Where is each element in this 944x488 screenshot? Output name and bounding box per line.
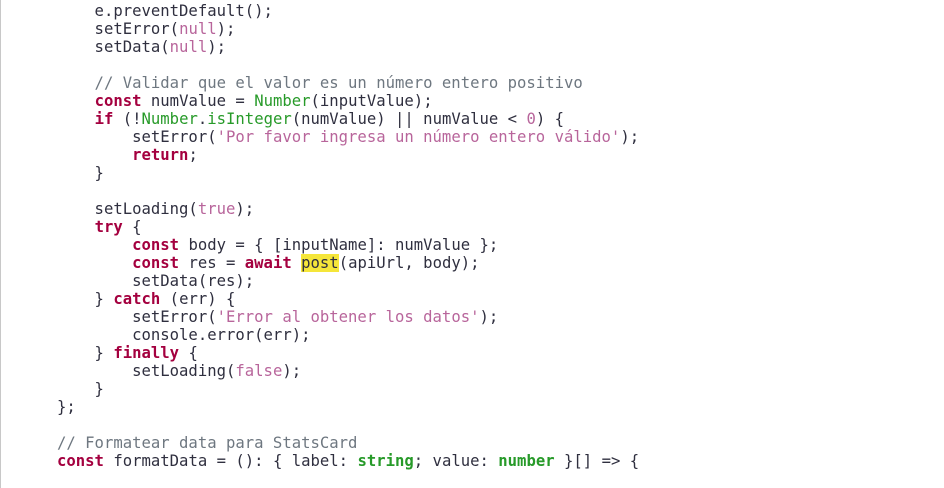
code-token: { xyxy=(122,218,142,236)
code-token: ; xyxy=(188,146,198,164)
code-token: ) { xyxy=(535,110,565,128)
code-token: ); xyxy=(479,308,499,326)
code-token: console.error(err); xyxy=(57,326,311,344)
code-line: return; xyxy=(57,146,639,164)
code-token: body = { [inputName]: numValue }; xyxy=(179,236,499,254)
keyword-token: const xyxy=(57,452,104,470)
code-token: ; value: xyxy=(413,452,499,470)
code-token: }[] => { xyxy=(554,452,640,470)
code-line: setLoading(true); xyxy=(57,200,639,218)
code-line: setError('Por favor ingresa un número en… xyxy=(57,128,639,146)
code-token: (numValue) || numValue < xyxy=(291,110,527,128)
code-token: setData(res); xyxy=(57,272,255,290)
keyword-token: await xyxy=(244,254,292,272)
code-token: setError( xyxy=(57,20,180,38)
keyword-token: catch xyxy=(113,290,161,308)
comment-token: // Validar que el valor es un número ent… xyxy=(57,74,583,92)
code-token: } xyxy=(57,290,114,308)
code-line: } finally { xyxy=(57,344,639,362)
literal-token: null xyxy=(169,38,208,56)
code-token: }; xyxy=(57,398,76,416)
highlighted-match: post xyxy=(301,254,339,272)
code-line: } xyxy=(57,164,639,182)
keyword-token: const xyxy=(94,92,142,110)
code-token: } xyxy=(57,164,104,182)
code-line: setError('Error al obtener los datos'); xyxy=(57,308,639,326)
comment-token: // Formatear data para StatsCard xyxy=(57,434,358,452)
code-token: } xyxy=(57,380,104,398)
keyword-token: try xyxy=(94,218,123,236)
code-token: (! xyxy=(113,110,142,128)
code-token: e.preventDefault(); xyxy=(57,2,273,20)
code-token: setLoading( xyxy=(57,362,236,380)
literal-token: 0 xyxy=(526,110,536,128)
code-token: res = xyxy=(179,254,245,272)
code-token: (err) { xyxy=(160,290,236,308)
literal-token: false xyxy=(235,362,283,380)
code-line: setError(null); xyxy=(57,20,639,38)
code-token: { xyxy=(179,344,198,362)
code-line: // Validar que el valor es un número ent… xyxy=(57,74,639,92)
code-line: const res = await post(apiUrl, body); xyxy=(57,254,639,272)
code-token: (apiUrl, body); xyxy=(338,254,480,272)
code-token: setError( xyxy=(57,128,217,146)
code-line: console.error(err); xyxy=(57,326,639,344)
code-token: setLoading( xyxy=(57,200,198,218)
code-token: setData( xyxy=(57,38,170,56)
code-line: try { xyxy=(57,218,639,236)
code-token: . xyxy=(197,110,208,128)
code-line: setData(res); xyxy=(57,272,639,290)
keyword-token: const xyxy=(132,236,180,254)
code-line: const body = { [inputName]: numValue }; xyxy=(57,236,639,254)
code-line: if (!Number.isInteger(numValue) || numVa… xyxy=(57,110,639,128)
keyword-token: if xyxy=(94,110,114,128)
code-line: // Formatear data para StatsCard xyxy=(57,434,639,452)
code-content[interactable]: e.preventDefault(); setError(null); setD… xyxy=(57,2,639,470)
keyword-token: const xyxy=(132,254,180,272)
code-token: ); xyxy=(207,38,227,56)
builtin-token: isInteger xyxy=(207,110,292,128)
keyword-token: finally xyxy=(113,344,180,362)
code-line: const formatData = (): { label: string; … xyxy=(57,452,639,470)
type-token: number xyxy=(498,452,555,470)
code-token: ); xyxy=(235,200,255,218)
code-token: ); xyxy=(216,20,236,38)
code-token: (inputValue); xyxy=(310,92,433,110)
string-token: 'Error al obtener los datos' xyxy=(216,308,480,326)
builtin-token: Number xyxy=(141,110,198,128)
code-line: const numValue = Number(inputValue); xyxy=(57,92,639,110)
code-token: numValue = xyxy=(141,92,255,110)
code-token: } xyxy=(57,344,114,362)
code-line: setLoading(false); xyxy=(57,362,639,380)
type-token: string xyxy=(357,452,414,470)
code-token: ); xyxy=(620,128,640,146)
code-editor[interactable]: e.preventDefault(); setError(null); setD… xyxy=(0,0,943,488)
builtin-token: Number xyxy=(254,92,311,110)
code-line: } xyxy=(57,380,639,398)
literal-token: true xyxy=(197,200,236,218)
code-line: setData(null); xyxy=(57,38,639,56)
code-line: e.preventDefault(); xyxy=(57,2,639,20)
code-token: setError( xyxy=(57,308,217,326)
code-token: formatData = (): { label: xyxy=(103,452,358,470)
keyword-token: return xyxy=(132,146,189,164)
code-line: } catch (err) { xyxy=(57,290,639,308)
literal-token: null xyxy=(179,20,217,38)
code-line: }; xyxy=(57,398,639,416)
string-token: 'Por favor ingresa un número entero váli… xyxy=(216,128,621,146)
code-token: ); xyxy=(282,362,302,380)
